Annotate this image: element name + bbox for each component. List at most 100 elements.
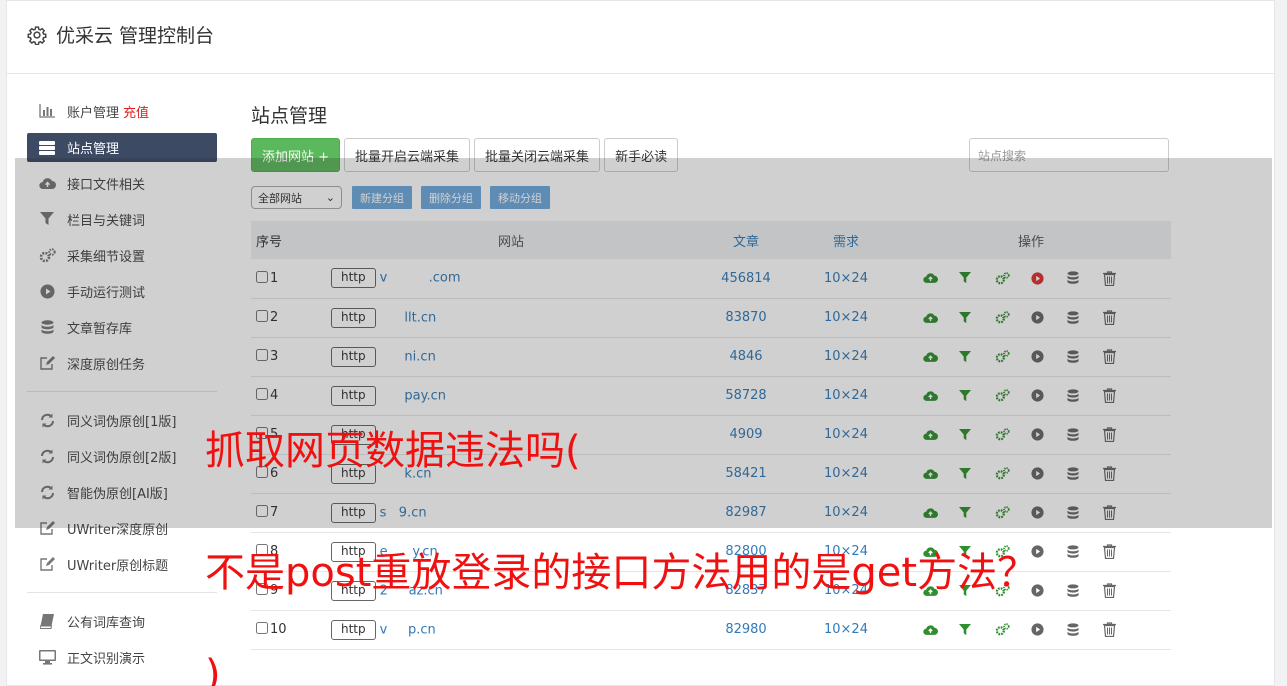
filter-icon[interactable]	[959, 506, 995, 519]
group-select[interactable]: 全部网站 ⌄	[251, 186, 342, 209]
play-icon[interactable]	[1031, 350, 1067, 363]
sidebar-item-g1-1[interactable]: 账户管理 充值	[27, 93, 217, 129]
sidebar-item-g2-4[interactable]: UWriter深度原创	[27, 510, 217, 546]
filter-icon[interactable]	[959, 389, 995, 402]
cloud-upload-icon[interactable]	[923, 507, 959, 519]
new-group-button[interactable]: 新建分组	[352, 186, 412, 209]
cogs-icon[interactable]	[995, 467, 1031, 480]
filter-icon[interactable]	[959, 428, 995, 441]
trash-icon[interactable]	[1103, 544, 1139, 559]
demand-link[interactable]: 10×24	[801, 454, 891, 493]
sidebar-item-g1-5[interactable]: 采集细节设置	[27, 237, 217, 273]
demand-link[interactable]: 10×24	[801, 493, 891, 532]
database-icon[interactable]	[1067, 349, 1103, 364]
sidebar-item-g3-2[interactable]: 正文识别演示	[27, 639, 217, 675]
site-domain-link[interactable]: v p.cn	[380, 622, 436, 637]
article-count-link[interactable]: 4846	[691, 337, 801, 376]
database-icon[interactable]	[1067, 388, 1103, 403]
cogs-icon[interactable]	[995, 311, 1031, 324]
trash-icon[interactable]	[1103, 583, 1139, 598]
trash-icon[interactable]	[1103, 310, 1139, 325]
trash-icon[interactable]	[1103, 388, 1139, 403]
sidebar-item-g1-4[interactable]: 栏目与关键词	[27, 201, 217, 237]
sidebar-item-g3-1[interactable]: 公有词库查询	[27, 603, 217, 639]
add-site-button[interactable]: 添加网站 +	[251, 138, 341, 172]
demand-link[interactable]: 10×24	[801, 298, 891, 337]
site-domain-link[interactable]: s 9.cn	[380, 505, 427, 520]
database-icon[interactable]	[1067, 622, 1103, 637]
sidebar-item-g1-8[interactable]: 深度原创任务	[27, 345, 217, 381]
trash-icon[interactable]	[1103, 505, 1139, 520]
trash-icon[interactable]	[1103, 466, 1139, 481]
cloud-upload-icon[interactable]	[923, 351, 959, 363]
trash-icon[interactable]	[1103, 271, 1139, 286]
batch-close-cloud-button[interactable]: 批量关闭云端采集	[474, 138, 601, 172]
sidebar-item-g1-2[interactable]: 站点管理	[27, 133, 217, 162]
cloud-upload-icon[interactable]	[923, 624, 959, 636]
demand-link[interactable]: 10×24	[801, 415, 891, 454]
filter-icon[interactable]	[959, 311, 995, 324]
sidebar-item-g2-3[interactable]: 智能伪原创[AI版]	[27, 474, 217, 510]
row-checkbox[interactable]	[256, 505, 268, 517]
move-group-button[interactable]: 移动分组	[490, 186, 550, 209]
database-icon[interactable]	[1067, 466, 1103, 481]
sidebar-item-g1-7[interactable]: 文章暂存库	[27, 309, 217, 345]
play-icon[interactable]	[1031, 467, 1067, 480]
database-icon[interactable]	[1067, 505, 1103, 520]
database-icon[interactable]	[1067, 427, 1103, 442]
demand-link[interactable]: 10×24	[801, 610, 891, 649]
play-icon[interactable]	[1031, 272, 1067, 285]
cloud-upload-icon[interactable]	[923, 312, 959, 324]
trash-icon[interactable]	[1103, 622, 1139, 637]
cloud-upload-icon[interactable]	[923, 390, 959, 402]
cloud-upload-icon[interactable]	[923, 272, 959, 284]
filter-icon[interactable]	[959, 467, 995, 480]
demand-link[interactable]: 10×24	[801, 337, 891, 376]
database-icon[interactable]	[1067, 544, 1103, 559]
article-count-link[interactable]: 82980	[691, 610, 801, 649]
sidebar-item-g2-1[interactable]: 同义词伪原创[1版]	[27, 402, 217, 438]
cogs-icon[interactable]	[995, 350, 1031, 363]
cogs-icon[interactable]	[995, 506, 1031, 519]
filter-icon[interactable]	[959, 350, 995, 363]
sidebar-item-g1-3[interactable]: 接口文件相关	[27, 165, 217, 201]
article-count-link[interactable]: 58728	[691, 376, 801, 415]
trash-icon[interactable]	[1103, 427, 1139, 442]
article-count-link[interactable]: 456814	[691, 259, 801, 298]
cogs-icon[interactable]	[995, 272, 1031, 285]
sidebar-item-g1-6[interactable]: 手动运行测试	[27, 273, 217, 309]
play-icon[interactable]	[1031, 311, 1067, 324]
database-icon[interactable]	[1067, 271, 1103, 285]
row-checkbox[interactable]	[256, 622, 268, 634]
row-checkbox[interactable]	[256, 310, 268, 322]
article-count-link[interactable]: 83870	[691, 298, 801, 337]
filter-icon[interactable]	[959, 272, 995, 284]
play-icon[interactable]	[1031, 428, 1067, 441]
site-domain-link[interactable]: pay.cn	[380, 388, 446, 403]
play-icon[interactable]	[1031, 623, 1067, 636]
cloud-upload-icon[interactable]	[923, 468, 959, 480]
recharge-link[interactable]: 充值	[123, 102, 149, 121]
sidebar-item-g2-2[interactable]: 同义词伪原创[2版]	[27, 438, 217, 474]
batch-open-cloud-button[interactable]: 批量开启云端采集	[344, 138, 471, 172]
site-search-input[interactable]: 站点搜索	[969, 138, 1169, 172]
database-icon[interactable]	[1067, 583, 1103, 598]
delete-group-button[interactable]: 删除分组	[421, 186, 481, 209]
guide-button[interactable]: 新手必读	[604, 138, 679, 172]
row-checkbox[interactable]	[256, 270, 268, 283]
article-count-link[interactable]: 58421	[691, 454, 801, 493]
cogs-icon[interactable]	[995, 389, 1031, 402]
trash-icon[interactable]	[1103, 349, 1139, 364]
site-domain-link[interactable]: v .com	[380, 271, 461, 286]
site-domain-link[interactable]: llt.cn	[380, 310, 436, 325]
database-icon[interactable]	[1067, 310, 1103, 325]
filter-icon[interactable]	[959, 623, 995, 636]
row-checkbox[interactable]	[256, 388, 268, 400]
demand-link[interactable]: 10×24	[801, 259, 891, 298]
cloud-upload-icon[interactable]	[923, 429, 959, 441]
demand-link[interactable]: 10×24	[801, 376, 891, 415]
cogs-icon[interactable]	[995, 428, 1031, 441]
row-checkbox[interactable]	[256, 349, 268, 361]
site-domain-link[interactable]: ni.cn	[380, 349, 435, 364]
sidebar-item-g2-5[interactable]: UWriter原创标题	[27, 546, 217, 582]
